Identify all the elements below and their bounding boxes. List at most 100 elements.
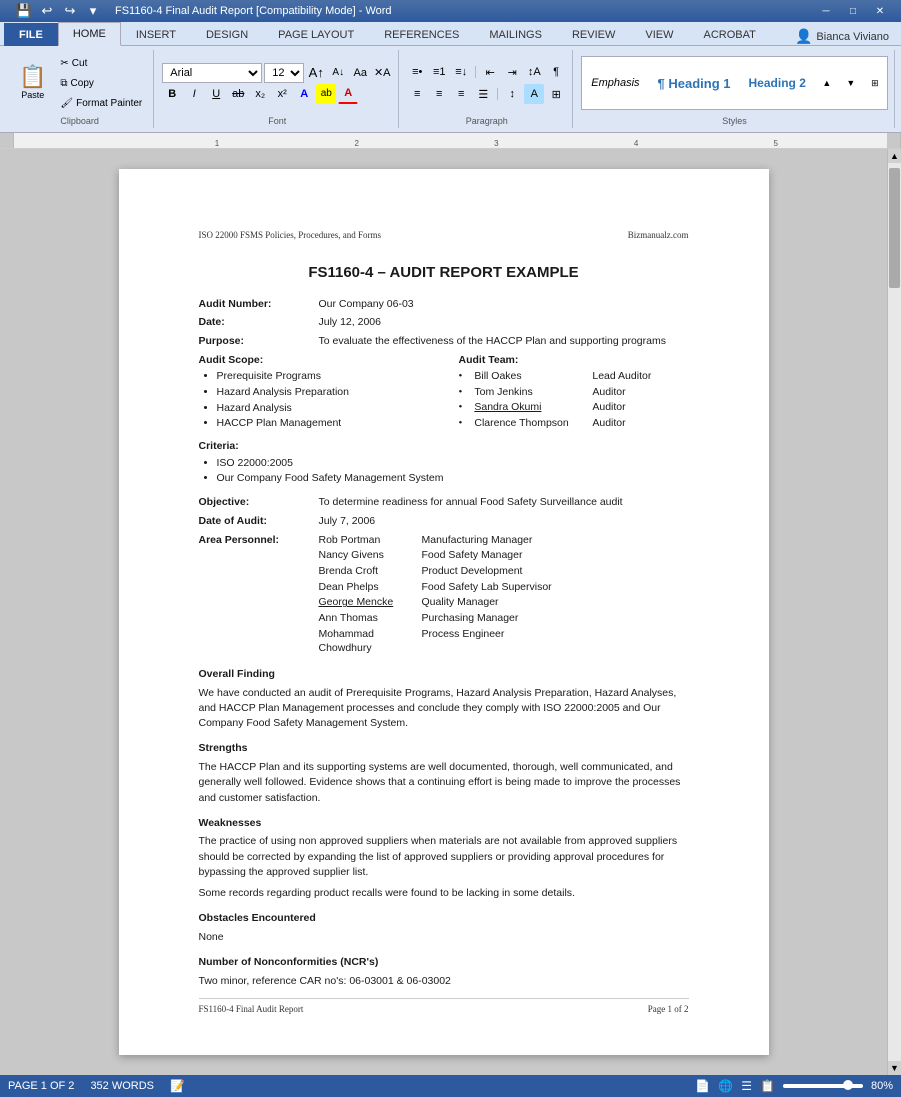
footer-right: Page 1 of 2 (648, 1003, 689, 1016)
list-item: Prerequisite Programs (217, 369, 429, 384)
redo-button[interactable]: ↪ (60, 1, 80, 21)
paste-icon: 📋 (19, 66, 46, 88)
scroll-up-arrow[interactable]: ▲ (888, 149, 901, 163)
style-heading1[interactable]: ¶ Heading 1 (651, 61, 738, 105)
audit-team-col: Audit Team: • Bill Oakes Lead Auditor • … (459, 353, 689, 435)
vertical-scrollbar[interactable]: ▲ ▼ (887, 149, 901, 1075)
format-painter-button[interactable]: 🖌Format Painter (55, 94, 147, 112)
minimize-button[interactable]: ─ (813, 0, 839, 22)
justify-button[interactable]: ☰ (473, 84, 493, 104)
purpose-label: Purpose: (199, 334, 319, 349)
criteria-list: ISO 22000:2005 Our Company Food Safety M… (199, 456, 689, 487)
undo-button[interactable]: ↩ (37, 1, 57, 21)
ribbon-body: 📋 Paste ✂Cut ⧉Copy 🖌Format Painter Clipb… (0, 45, 901, 132)
document-scroll[interactable]: ISO 22000 FSMS Policies, Procedures, and… (0, 149, 887, 1075)
increase-indent-button[interactable]: ⇥ (502, 62, 522, 82)
track-changes-icon: 📝 (170, 1079, 185, 1093)
font-name-select[interactable]: Arial (162, 63, 262, 83)
clipboard-group: 📋 Paste ✂Cut ⧉Copy 🖌Format Painter Clipb… (6, 50, 154, 128)
font-color-button[interactable]: A (338, 84, 358, 104)
styles-box: Emphasis ¶ Heading 1 Heading 2 ▲ ▼ ⊞ (581, 56, 888, 110)
qat-more-button[interactable]: ▾ (83, 1, 103, 21)
styles-scroll-down[interactable]: ▼ (841, 73, 861, 93)
tab-references[interactable]: REFERENCES (369, 23, 474, 46)
text-effects-button[interactable]: A (294, 84, 314, 104)
shading-button[interactable]: A (524, 84, 544, 104)
view-print-icon[interactable]: 📄 (695, 1079, 710, 1093)
styles-scroll-up[interactable]: ▲ (817, 73, 837, 93)
team-member-3: • Sandra Okumi Auditor (459, 400, 689, 415)
line-spacing-button[interactable]: ↕ (502, 84, 522, 104)
ruler: 1 2 3 4 5 (0, 133, 901, 149)
align-left-button[interactable]: ≡ (407, 84, 427, 104)
change-case-button[interactable]: Aa (350, 63, 370, 83)
tab-mailings[interactable]: MAILINGS (474, 23, 557, 46)
style-heading2[interactable]: Heading 2 (742, 61, 813, 105)
sort-button[interactable]: ↕A (524, 62, 544, 82)
subscript-button[interactable]: x₂ (250, 84, 270, 104)
document-page: ISO 22000 FSMS Policies, Procedures, and… (119, 169, 769, 1055)
objective-row: Objective: To determine readiness for an… (199, 495, 689, 510)
purpose-value: To evaluate the effectiveness of the HAC… (319, 334, 666, 349)
underline-button[interactable]: U (206, 84, 226, 104)
align-center-button[interactable]: ≡ (429, 84, 449, 104)
save-button[interactable]: 💾 (14, 1, 34, 21)
close-button[interactable]: ✕ (867, 0, 893, 22)
ribbon-tab-bar: FILE HOME INSERT DESIGN PAGE LAYOUT REFE… (0, 22, 901, 45)
date-of-audit-label: Date of Audit: (199, 514, 319, 529)
tab-view[interactable]: VIEW (630, 23, 688, 46)
decrease-indent-button[interactable]: ⇤ (480, 62, 500, 82)
styles-more[interactable]: ⊞ (865, 73, 885, 93)
audit-number-value: Our Company 06-03 (319, 297, 414, 312)
obstacles-heading: Obstacles Encountered (199, 911, 689, 926)
zoom-thumb[interactable] (843, 1080, 853, 1090)
multilevel-list-button[interactable]: ≡↓ (451, 62, 471, 82)
zoom-slider[interactable] (783, 1084, 863, 1088)
header-left: ISO 22000 FSMS Policies, Procedures, and… (199, 229, 382, 242)
style-emphasis[interactable]: Emphasis (584, 61, 646, 105)
scroll-thumb[interactable] (889, 168, 900, 288)
tab-file[interactable]: FILE (4, 23, 58, 46)
align-right-button[interactable]: ≡ (451, 84, 471, 104)
tab-review[interactable]: REVIEW (557, 23, 630, 46)
tab-page-layout[interactable]: PAGE LAYOUT (263, 23, 369, 46)
strikethrough-button[interactable]: ab (228, 84, 248, 104)
doc-title: FS1160-4 – AUDIT REPORT EXAMPLE (199, 262, 689, 283)
ruler-main: 1 2 3 4 5 (14, 133, 887, 148)
audit-scope-list: Prerequisite Programs Hazard Analysis Pr… (199, 369, 429, 431)
list-item: Hazard Analysis Preparation (217, 385, 429, 400)
overall-finding-heading: Overall Finding (199, 667, 689, 682)
scroll-down-arrow[interactable]: ▼ (888, 1061, 901, 1075)
tab-design[interactable]: DESIGN (191, 23, 263, 46)
copy-button[interactable]: ⧉Copy (55, 74, 147, 92)
view-web-icon[interactable]: 🌐 (718, 1079, 733, 1093)
show-formatting-button[interactable]: ¶ (546, 62, 566, 82)
superscript-button[interactable]: x² (272, 84, 292, 104)
tab-insert[interactable]: INSERT (121, 23, 191, 46)
italic-button[interactable]: I (184, 84, 204, 104)
audit-scope-label: Audit Scope: (199, 353, 429, 368)
view-outline-icon[interactable]: ☰ (741, 1079, 752, 1093)
grow-font-button[interactable]: A↑ (306, 63, 326, 83)
view-draft-icon[interactable]: 📋 (760, 1079, 775, 1093)
numbering-button[interactable]: ≡1 (429, 62, 449, 82)
overall-finding-text: We have conducted an audit of Prerequisi… (199, 686, 689, 732)
borders-button[interactable]: ⊞ (546, 84, 566, 104)
maximize-button[interactable]: □ (840, 0, 866, 22)
shrink-font-button[interactable]: A↓ (328, 63, 348, 83)
highlight-button[interactable]: ab (316, 84, 336, 104)
scroll-track[interactable] (888, 163, 901, 1061)
cut-button[interactable]: ✂Cut (55, 54, 147, 72)
title-bar: 💾 ↩ ↪ ▾ FS1160-4 Final Audit Report [Com… (0, 0, 901, 22)
tab-acrobat[interactable]: ACROBAT (688, 23, 770, 46)
nonconformities-heading: Number of Nonconformities (NCR's) (199, 955, 689, 970)
clear-format-button[interactable]: ✕A (372, 63, 392, 83)
paste-button[interactable]: 📋 Paste (12, 57, 53, 109)
audit-team-list: • Bill Oakes Lead Auditor • Tom Jenkins … (459, 369, 689, 431)
font-size-select[interactable]: 12 (264, 63, 304, 83)
bullets-button[interactable]: ≡• (407, 62, 427, 82)
window-title: FS1160-4 Final Audit Report [Compatibili… (115, 5, 392, 17)
list-item: HACCP Plan Management (217, 416, 429, 431)
tab-home[interactable]: HOME (58, 22, 121, 46)
bold-button[interactable]: B (162, 84, 182, 104)
